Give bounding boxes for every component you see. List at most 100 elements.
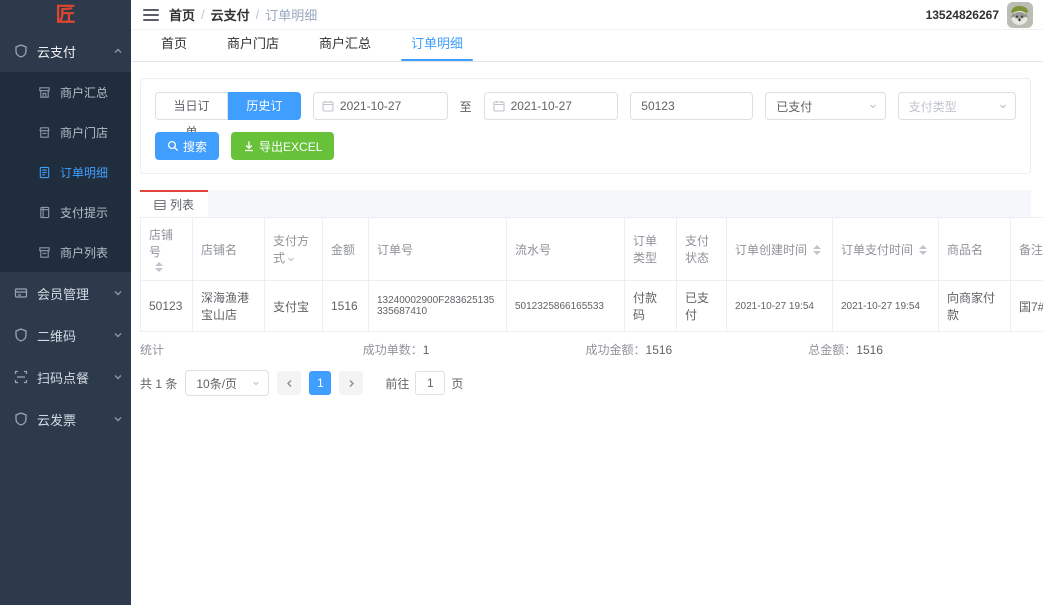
tab-merchant-summary[interactable]: 商户汇总	[299, 30, 391, 61]
sidebar-item-qr-code[interactable]: 二维码	[0, 314, 131, 356]
chevron-right-icon	[349, 379, 354, 387]
breadcrumb-separator: /	[201, 7, 205, 22]
cell-order-type: 付款码	[624, 280, 677, 332]
list-icon	[154, 199, 166, 210]
pay-type-select[interactable]: 支付类型	[897, 92, 1017, 120]
panel-tabbar: 列表	[140, 190, 1031, 217]
col-label: 订单号	[377, 242, 414, 257]
sidebar-item-merchant-store[interactable]: 商户门店	[0, 112, 131, 152]
sidebar-item-label: 会员管理	[37, 286, 90, 302]
sidebar-group-cloud-pay[interactable]: 云支付	[0, 30, 131, 72]
stats-label: 总金额：	[808, 342, 857, 357]
col-label: 金额	[331, 242, 356, 257]
col-label: 店铺名	[201, 242, 238, 257]
chevron-down-icon	[114, 417, 122, 422]
tab-merchant-store[interactable]: 商户门店	[207, 30, 299, 61]
shield-icon	[15, 328, 27, 342]
start-date-value: 2021-10-27	[339, 99, 402, 113]
col-pay-method[interactable]: 支付方式	[264, 217, 323, 281]
cell-pay-method: 支付宝	[264, 280, 323, 332]
sort-icon[interactable]	[919, 245, 928, 256]
search-button[interactable]: 搜索	[155, 132, 220, 160]
list-panel: 列表 店铺号 店铺名 支付方式 金额 订单号 流水号 订单类型 支付状态 订单创…	[140, 190, 1043, 396]
breadcrumb-home[interactable]: 首页	[169, 5, 195, 24]
sidebar-item-merchant-summary[interactable]: 商户汇总	[0, 72, 131, 112]
orders-table: 店铺号 店铺名 支付方式 金额 订单号 流水号 订单类型 支付状态 订单创建时间…	[140, 217, 1043, 332]
pay-status-select[interactable]: 已支付	[765, 92, 886, 120]
today-orders-button[interactable]: 当日订单	[155, 92, 228, 139]
hamburger-menu-icon[interactable]	[143, 8, 159, 21]
stats-success-count: 成功单数：1	[363, 341, 586, 358]
col-created-at[interactable]: 订单创建时间	[726, 217, 833, 281]
goto-page: 前往 页	[385, 371, 463, 395]
col-paid-at[interactable]: 订单支付时间	[832, 217, 939, 281]
goto-page-input[interactable]	[415, 371, 446, 395]
chevron-up-icon	[114, 48, 122, 53]
sidebar-item-label: 二维码	[37, 328, 77, 344]
col-label: 备注信息	[1019, 242, 1043, 257]
breadcrumb: 首页 / 云支付 / 订单明细	[169, 5, 317, 24]
stats-label: 成功金额：	[585, 342, 646, 357]
pay-type-placeholder: 支付类型	[908, 99, 957, 114]
sidebar-item-label: 支付提示	[60, 205, 109, 220]
scan-frame-icon	[14, 370, 28, 384]
tab-order-detail[interactable]: 订单明细	[391, 30, 483, 61]
store-number-input[interactable]	[630, 92, 754, 120]
page-number-1[interactable]: 1	[309, 371, 332, 395]
sidebar-item-merchant-list[interactable]: 商户列表	[0, 232, 131, 272]
col-remark: 备注信息	[1010, 217, 1043, 281]
app-logo[interactable]: 匠	[0, 0, 131, 30]
search-button-label: 搜索	[183, 139, 208, 154]
stats-total-amount: 总金额：1516	[808, 341, 1031, 358]
cell-paid-at: 2021-10-27 19:54	[832, 280, 939, 332]
col-order-type: 订单类型	[624, 217, 677, 281]
chevron-down-icon	[253, 381, 260, 386]
stats-value: 1516	[856, 342, 883, 357]
stats-value: 1	[422, 342, 430, 357]
shop-icon	[39, 86, 50, 98]
sidebar-item-member-management[interactable]: 会员管理	[0, 272, 131, 314]
stats-success-amount: 成功金额：1516	[586, 341, 809, 358]
storefront-icon	[39, 126, 50, 138]
col-shop-no[interactable]: 店铺号	[140, 217, 193, 281]
table-row[interactable]: 50123 深海渔港宝山店 支付宝 1516 13240002900F28362…	[140, 280, 1043, 332]
sidebar-item-label: 商户列表	[60, 245, 109, 260]
order-scope-toggle: 当日订单 历史订单	[155, 92, 301, 139]
sort-icon[interactable]	[155, 262, 184, 272]
tab-list-label: 列表	[170, 198, 195, 212]
chevron-down-icon	[869, 104, 876, 109]
sidebar-item-cloud-invoice[interactable]: 云发票	[0, 398, 131, 440]
chevron-left-icon	[286, 379, 292, 387]
stats-value: 1516	[645, 342, 673, 357]
end-date-picker[interactable]: 2021-10-27	[483, 92, 619, 120]
start-date-picker[interactable]: 2021-10-27	[312, 92, 448, 120]
sidebar-item-label: 扫码点餐	[37, 370, 90, 386]
tab-home[interactable]: 首页	[141, 30, 207, 61]
sidebar-group-label: 云支付	[37, 44, 77, 60]
user-avatar[interactable]	[1007, 1, 1033, 28]
tab-list[interactable]: 列表	[140, 190, 209, 217]
col-label: 订单支付时间	[841, 242, 914, 257]
sidebar-item-payment-tips[interactable]: 支付提示	[0, 192, 131, 232]
history-orders-button[interactable]: 历史订单	[227, 92, 301, 139]
export-excel-button[interactable]: 导出EXCEL	[231, 132, 335, 160]
sidebar-menu: 云支付 商户汇总 商户门店 订单明细 支付提示 商户列表 会员管理 二维码 扫码…	[0, 30, 131, 440]
breadcrumb-cloud-pay[interactable]: 云支付	[211, 5, 250, 24]
sidebar-item-label: 商户汇总	[60, 85, 109, 100]
breadcrumb-separator: /	[255, 7, 260, 22]
sidebar-submenu: 商户汇总 商户门店 订单明细 支付提示 商户列表	[0, 72, 131, 272]
prev-page-button[interactable]	[277, 371, 302, 395]
goto-label: 前往	[385, 376, 410, 391]
cell-pay-status: 已支付	[676, 280, 727, 332]
navbar-right: 13524826267	[925, 1, 1033, 28]
page-content: 当日订单 历史订单 2021-10-27 至 2021-10-27 已支付	[131, 62, 1043, 605]
sidebar-item-order-detail[interactable]: 订单明细	[0, 152, 131, 192]
search-icon	[167, 140, 179, 152]
sidebar-item-scan-order[interactable]: 扫码点餐	[0, 356, 131, 398]
download-icon	[245, 141, 254, 152]
sort-icon[interactable]	[813, 245, 822, 256]
next-page-button[interactable]	[339, 371, 364, 395]
user-phone: 13524826267	[925, 7, 999, 22]
page-size-select[interactable]: 10条/页	[185, 370, 270, 396]
col-product: 商品名	[938, 217, 1011, 281]
